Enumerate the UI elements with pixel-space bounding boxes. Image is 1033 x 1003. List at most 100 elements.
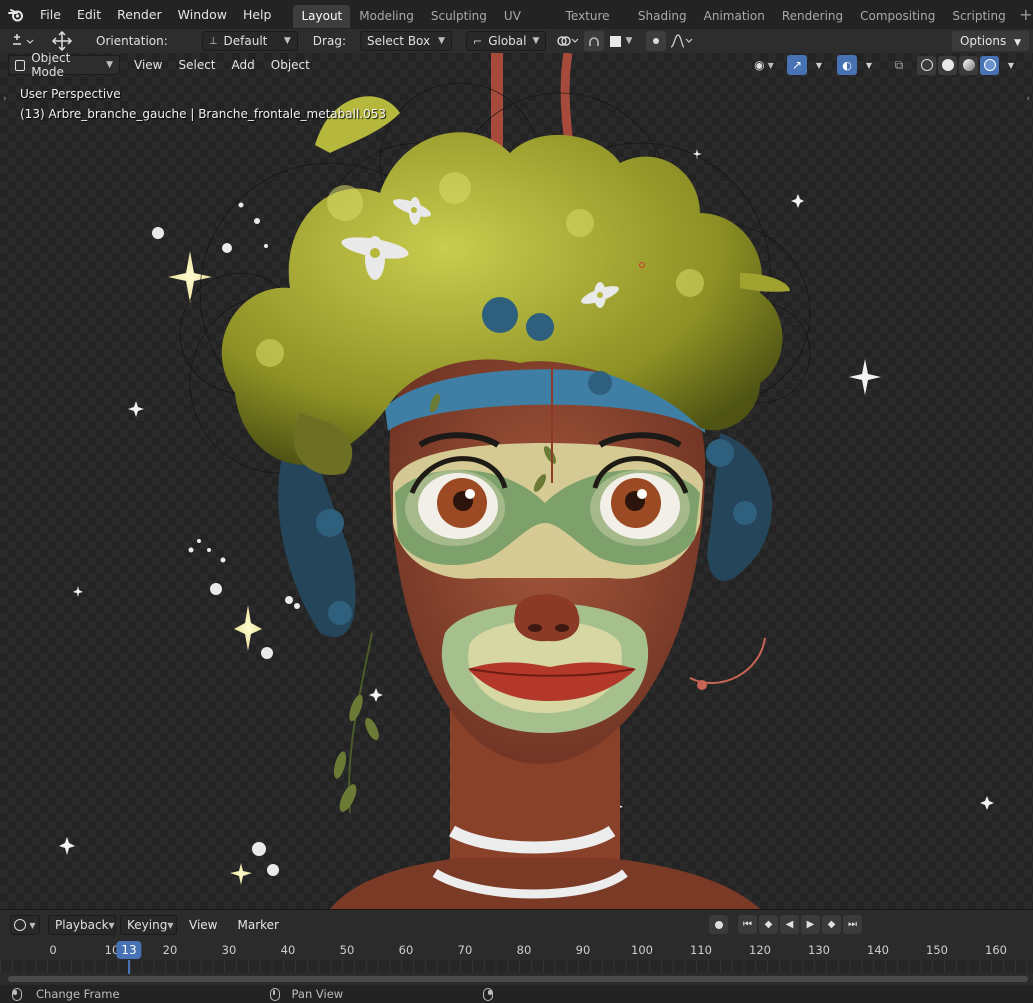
keying-label: Keying (127, 918, 168, 932)
timeline-menu-marker[interactable]: Marker (227, 918, 288, 932)
status-bar: Change Frame Pan View (0, 985, 1033, 1003)
menu-file[interactable]: File (32, 0, 69, 29)
orientation-dropdown[interactable]: ⊥ Default ▼ (201, 31, 298, 51)
viewport-menu-object[interactable]: Object (263, 58, 318, 72)
timeline-scrollbar[interactable] (8, 976, 1028, 982)
frame-tick: 80 (516, 943, 532, 957)
menu-window[interactable]: Window (170, 0, 235, 29)
timeline-track[interactable] (0, 960, 1033, 973)
status-middle-action: Pan View (291, 987, 344, 1001)
timeline-header: ▼ Playback ▼ Keying ▼ View Marker ⏮ ◆ ◀ … (0, 910, 1033, 940)
tool-header: Orientation: ⊥ Default ▼ Drag: Select Bo… (0, 29, 1033, 53)
chevron-down-icon[interactable]: ▼ (859, 55, 879, 75)
workspace-tabs: Layout Modeling Sculpting UV Editing Tex… (293, 0, 1033, 46)
toolbar-expand-icon[interactable]: › (3, 94, 7, 104)
frame-tick: 50 (339, 943, 355, 957)
timeline-menu-view[interactable]: View (179, 918, 227, 932)
visibility-eye-icon[interactable]: ◉ ▼ (749, 55, 779, 75)
mode-dropdown[interactable]: Object Mode ▼ (8, 53, 120, 79)
options-dropdown[interactable]: Options ▼ (951, 31, 1029, 51)
chevron-down-icon: ▼ (283, 36, 291, 46)
view-perspective-label: User Perspective (20, 87, 121, 101)
3d-viewport[interactable]: Object Mode ▼ View Select Add Object ◉ ▼ … (0, 53, 1033, 909)
frame-tick: 90 (575, 943, 591, 957)
chevron-down-icon: ▼ (532, 36, 540, 46)
auto-keying-record-icon[interactable] (709, 915, 728, 934)
menu-help[interactable]: Help (235, 0, 280, 29)
tab-shading[interactable]: Shading (630, 5, 695, 28)
tab-scripting[interactable]: Scripting (944, 5, 1013, 28)
chevron-down-icon[interactable]: ▼ (1001, 55, 1021, 75)
frame-tick: 150 (926, 943, 948, 957)
tab-animation[interactable]: Animation (696, 5, 773, 28)
tab-layout[interactable]: Layout (293, 5, 351, 28)
snap-target-icon[interactable]: ▼ (606, 31, 636, 51)
play-icon[interactable]: ▶ (801, 915, 820, 934)
orientation-axis-icon: ⊥ (208, 35, 218, 47)
frame-ruler[interactable]: 0 10 20 30 40 50 60 70 80 90 100 110 120… (0, 940, 1033, 960)
frame-tick: 70 (457, 943, 473, 957)
tab-sculpting[interactable]: Sculpting (423, 5, 495, 28)
jump-to-start-icon[interactable]: ⏮ (738, 915, 757, 934)
chevron-down-icon: ▼ (1014, 38, 1021, 48)
frame-tick: 0 (49, 943, 57, 957)
menu-edit[interactable]: Edit (69, 0, 109, 29)
chevron-down-icon: ▼ (438, 36, 445, 46)
status-left-action: Change Frame (36, 987, 120, 1001)
rendered-shading-icon[interactable] (980, 55, 999, 75)
current-frame-indicator[interactable]: 13 (116, 941, 142, 959)
mouse-right-icon (483, 987, 494, 1001)
frame-tick: 140 (867, 943, 889, 957)
jump-to-end-icon[interactable]: ⏭ (843, 915, 862, 934)
frame-tick: 130 (808, 943, 830, 957)
viewport-menu-add[interactable]: Add (224, 58, 263, 72)
viewport-shading-controls: ◉ ▼ ↗ ▼ ◐ ▼ ⧉ ▼ (749, 55, 1021, 75)
tool-settings-icon[interactable] (8, 31, 40, 51)
frame-tick: 100 (631, 943, 653, 957)
proportional-edit-icon[interactable] (645, 31, 666, 51)
gizmo-toggle-icon[interactable]: ↗ (787, 55, 807, 75)
top-menubar: File Edit Render Window Help Layout Mode… (0, 0, 1033, 46)
material-shading-icon[interactable] (959, 55, 978, 75)
chevron-down-icon: ▼ (106, 60, 113, 70)
menu-render[interactable]: Render (109, 0, 170, 29)
tab-texture-paint[interactable]: Texture Paint (558, 5, 629, 46)
frame-tick: 120 (749, 943, 771, 957)
falloff-curve-icon[interactable] (668, 31, 696, 51)
overlays-toggle-icon[interactable]: ◐ (837, 55, 857, 75)
chevron-down-icon: ▼ (167, 920, 174, 930)
drag-dropdown[interactable]: Select Box ▼ (359, 31, 452, 51)
transform-space-value: Global (488, 34, 527, 48)
tab-modeling[interactable]: Modeling (351, 5, 422, 28)
xray-toggle-icon[interactable]: ⧉ (889, 55, 909, 75)
tab-compositing[interactable]: Compositing (852, 5, 943, 28)
jump-to-next-keyframe-icon[interactable]: ◆ (822, 915, 841, 934)
mouse-middle-icon (269, 987, 280, 1001)
frame-tick: 20 (162, 943, 178, 957)
editor-type-clock-icon[interactable]: ▼ (10, 915, 40, 935)
viewport-menu-view[interactable]: View (126, 58, 170, 72)
transform-space-dropdown[interactable]: ⌐ Global ▼ (465, 31, 546, 51)
play-reverse-icon[interactable]: ◀ (780, 915, 799, 934)
sidebar-expand-icon[interactable]: ‹ (1026, 94, 1030, 104)
wireframe-shading-icon[interactable] (917, 55, 936, 75)
frame-tick: 160 (985, 943, 1007, 957)
blender-logo-icon[interactable] (0, 0, 32, 29)
orientation-value: Default (223, 34, 268, 48)
viewport-menu-select[interactable]: Select (170, 58, 223, 72)
tab-rendering[interactable]: Rendering (774, 5, 851, 28)
keying-dropdown[interactable]: Keying ▼ (120, 915, 177, 935)
pivot-point-icon[interactable] (554, 31, 582, 51)
solid-shading-icon[interactable] (938, 55, 957, 75)
chevron-down-icon[interactable]: ▼ (809, 55, 829, 75)
playback-dropdown[interactable]: Playback ▼ (48, 915, 116, 935)
jump-to-previous-keyframe-icon[interactable]: ◆ (759, 915, 778, 934)
chevron-down-icon: ▼ (108, 920, 115, 930)
add-workspace-button[interactable]: + (1019, 5, 1033, 24)
tab-uv-editing[interactable]: UV Editing (496, 5, 557, 46)
transform-pivot-icon[interactable] (48, 31, 76, 51)
playhead-line[interactable] (128, 960, 130, 974)
orientation-label: Orientation: (96, 34, 168, 48)
snap-toggle-icon[interactable] (583, 31, 604, 51)
scene-render (59, 53, 994, 909)
